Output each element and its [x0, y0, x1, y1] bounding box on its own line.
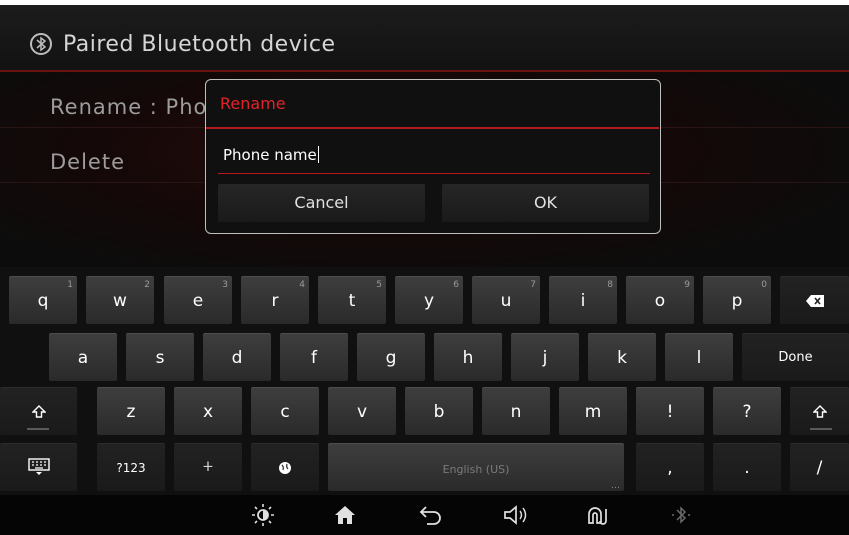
- home-icon[interactable]: [332, 503, 358, 527]
- key-f[interactable]: f: [280, 333, 348, 381]
- key-c[interactable]: c: [251, 387, 319, 435]
- key-question[interactable]: ?: [713, 387, 781, 435]
- key-hint: 4: [299, 280, 305, 290]
- key-q[interactable]: 1q: [9, 276, 77, 324]
- shift-icon: [811, 405, 828, 418]
- brightness-icon[interactable]: [250, 503, 276, 527]
- head-unit-screen: Paired Bluetooth device Rename : Pho Del…: [0, 5, 849, 535]
- key-n[interactable]: n: [482, 387, 550, 435]
- key-g[interactable]: g: [357, 333, 425, 381]
- key-a[interactable]: a: [49, 333, 117, 381]
- name-input-value: Phone name: [223, 146, 317, 164]
- symbols-key[interactable]: ?123: [97, 443, 165, 491]
- key-h[interactable]: h: [434, 333, 502, 381]
- key-l[interactable]: l: [665, 333, 733, 381]
- key-m[interactable]: m: [559, 387, 627, 435]
- key-j[interactable]: j: [511, 333, 579, 381]
- page-title: Paired Bluetooth device: [63, 32, 336, 57]
- volume-icon[interactable]: [502, 503, 528, 527]
- key-hint: 1: [67, 280, 73, 290]
- key-label: t: [348, 291, 356, 311]
- language-key[interactable]: …: [251, 443, 319, 509]
- key-hint: 0: [761, 280, 767, 290]
- key-d[interactable]: d: [203, 333, 271, 381]
- key-label: p: [731, 291, 743, 311]
- keyboard-hide-key[interactable]: [0, 443, 77, 491]
- key-label: o: [654, 291, 666, 311]
- key-label: r: [271, 291, 279, 311]
- key-comma[interactable]: ,: [636, 443, 704, 491]
- key-r[interactable]: 4r: [241, 276, 309, 324]
- key-label: i: [580, 291, 586, 311]
- bluetooth-icon: [30, 33, 52, 55]
- bluetooth-icon[interactable]: [668, 503, 694, 527]
- key-slash[interactable]: /: [790, 443, 849, 491]
- key-label: q: [37, 291, 49, 311]
- key-label: u: [500, 291, 512, 311]
- cancel-button[interactable]: Cancel: [218, 184, 425, 222]
- name-input[interactable]: Phone name: [218, 140, 650, 174]
- shift-key-left[interactable]: [0, 387, 77, 435]
- key-b[interactable]: b: [405, 387, 473, 435]
- dialog-title-divider: [206, 127, 659, 129]
- back-icon[interactable]: [418, 503, 444, 527]
- key-hint: 2: [144, 280, 150, 290]
- backspace-icon: [805, 295, 824, 307]
- key-y[interactable]: 6y: [395, 276, 463, 324]
- bottom-nav-bar: [0, 495, 849, 535]
- more-indicator: …: [611, 481, 620, 491]
- moon-icon[interactable]: [165, 503, 191, 527]
- key-k[interactable]: k: [588, 333, 656, 381]
- text-caret: [317, 146, 319, 163]
- key-hint: 6: [453, 280, 459, 290]
- key-period[interactable]: .: [713, 443, 781, 491]
- key-z[interactable]: z: [97, 387, 165, 435]
- key-i[interactable]: 8i: [549, 276, 617, 324]
- space-key-label: English (US): [442, 463, 510, 476]
- key-hint: 3: [222, 280, 228, 290]
- key-u[interactable]: 7u: [472, 276, 540, 324]
- space-key[interactable]: English (US) …: [328, 443, 624, 491]
- key-s[interactable]: s: [126, 333, 194, 381]
- keyboard-icon: [27, 458, 50, 475]
- key-label: y: [423, 291, 435, 311]
- key-w[interactable]: 2w: [86, 276, 154, 324]
- backspace-key[interactable]: [780, 276, 849, 324]
- dialog-title: Rename: [220, 94, 286, 113]
- key-o[interactable]: 9o: [626, 276, 694, 324]
- list-item-delete[interactable]: Delete: [50, 150, 125, 174]
- key-hint: 9: [684, 280, 690, 290]
- key-hint: 5: [376, 280, 382, 290]
- shift-indicator: [810, 428, 832, 430]
- shift-indicator: [27, 428, 49, 430]
- globe-icon: [279, 462, 291, 474]
- mirror-link-icon[interactable]: [586, 503, 612, 527]
- header-bar: Paired Bluetooth device: [0, 5, 849, 72]
- key-label: w: [113, 291, 127, 311]
- ok-button[interactable]: OK: [442, 184, 649, 222]
- key-hint: 7: [530, 280, 536, 290]
- rename-dialog: Rename Phone name Cancel OK: [205, 79, 661, 234]
- key-t[interactable]: 5t: [318, 276, 386, 324]
- key-e[interactable]: 3e: [164, 276, 232, 324]
- key-x[interactable]: x: [174, 387, 242, 435]
- key-hint: 8: [607, 280, 613, 290]
- key-exclamation[interactable]: !: [636, 387, 704, 435]
- key-p[interactable]: 0p: [703, 276, 771, 324]
- on-screen-keyboard: 1q 2w 3e 4r 5t 6y 7u 8i 9o 0p a s d f g …: [0, 267, 849, 509]
- shift-icon: [30, 405, 47, 418]
- key-label: e: [192, 291, 204, 311]
- list-item-rename[interactable]: Rename : Pho: [50, 95, 207, 119]
- key-v[interactable]: v: [328, 387, 396, 435]
- shift-key-right[interactable]: [790, 387, 849, 435]
- handwriting-key[interactable]: ⵜ: [174, 443, 242, 491]
- done-key[interactable]: Done: [742, 333, 849, 381]
